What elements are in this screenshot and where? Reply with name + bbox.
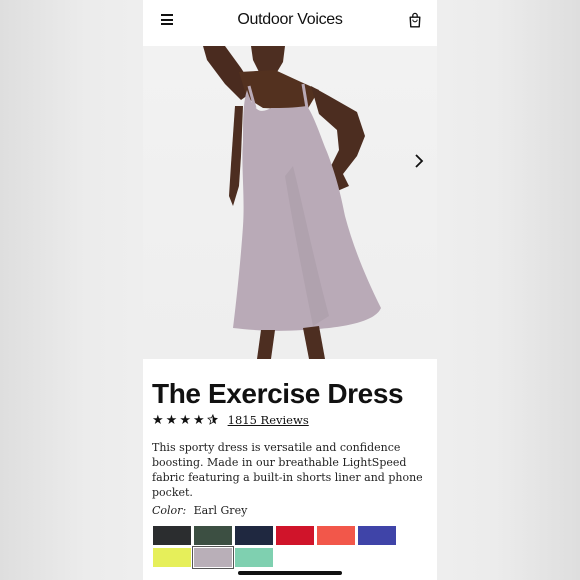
color-value: Earl Grey xyxy=(193,504,248,517)
product-rating: ★ ★ ★ ★ 1815 Reviews xyxy=(152,413,309,427)
star-icon: ★ xyxy=(179,412,191,428)
color-swatches xyxy=(153,526,403,569)
model-photo xyxy=(203,46,381,359)
brand-logo[interactable]: Outdoor Voices xyxy=(237,11,343,29)
color-selection-label: Color: Earl Grey xyxy=(152,504,247,517)
color-label: Color: xyxy=(152,504,187,517)
star-rating: ★ ★ ★ ★ xyxy=(152,414,219,427)
shopping-bag-icon[interactable] xyxy=(409,12,421,28)
color-swatch[interactable] xyxy=(153,548,191,567)
half-star-icon xyxy=(206,413,218,425)
reviews-link[interactable]: 1815 Reviews xyxy=(228,413,309,427)
backdrop-left xyxy=(0,0,143,580)
product-title: The Exercise Dress xyxy=(152,378,404,409)
product-description: This sporty dress is versatile and confi… xyxy=(152,441,423,499)
color-swatch[interactable] xyxy=(192,546,234,569)
color-swatch[interactable] xyxy=(235,548,273,567)
home-indicator[interactable] xyxy=(238,571,342,575)
chevron-right-icon[interactable] xyxy=(413,154,425,168)
color-swatch[interactable] xyxy=(194,526,232,545)
star-icon: ★ xyxy=(165,412,178,428)
backdrop-right xyxy=(437,0,580,580)
product-image[interactable] xyxy=(143,46,437,359)
top-nav: Outdoor Voices xyxy=(143,0,437,46)
color-swatch[interactable] xyxy=(276,526,314,545)
phone-screen: Outdoor Voices The Exercise Dress ★ ★ ★ … xyxy=(143,0,437,580)
hamburger-icon[interactable] xyxy=(161,14,173,25)
color-swatch[interactable] xyxy=(153,526,191,545)
star-icon: ★ xyxy=(152,412,164,428)
color-swatch[interactable] xyxy=(317,526,355,545)
star-icon: ★ xyxy=(192,412,205,428)
color-swatch[interactable] xyxy=(235,526,273,545)
color-swatch[interactable] xyxy=(358,526,396,545)
